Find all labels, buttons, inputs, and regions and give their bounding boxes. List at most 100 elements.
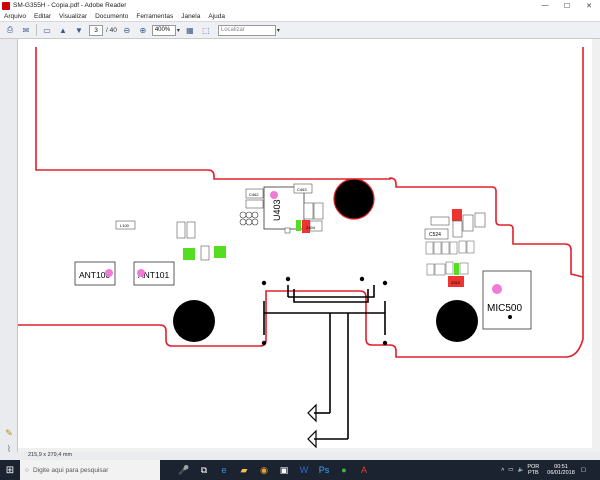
windows-start-icon[interactable]: ⊞ — [0, 460, 20, 480]
menu-ajuda[interactable]: Ajuda — [204, 13, 229, 20]
z404-pad-green — [296, 220, 301, 231]
inductor-coils — [239, 211, 259, 226]
mic500-label: MIC500 — [487, 303, 522, 314]
close-button[interactable]: ✕ — [578, 0, 600, 11]
green-app-icon[interactable]: ● — [334, 460, 354, 480]
search-icon: ○ — [25, 466, 29, 474]
mounting-hole-left — [173, 300, 215, 342]
task-view-icon[interactable]: ⧉ — [194, 460, 214, 480]
mic500-box — [482, 270, 532, 330]
taskbar: ⊞ ○ Digite aqui para pesquisar 🎤 ⧉ e ▰ ◉… — [0, 460, 600, 480]
component-small-2 — [303, 202, 314, 220]
taskbar-search-input[interactable]: ○ Digite aqui para pesquisar — [20, 460, 160, 480]
status-bar: 215,9 x 279,4 mm — [0, 452, 600, 460]
adobe-reader-task-icon[interactable]: A — [354, 460, 374, 480]
board-outline — [35, 47, 584, 279]
pcb-schematic: U403 C462 C463 Z404 L100 ANT100 ANT101 C… — [18, 47, 584, 449]
u403-label: U403 — [272, 199, 282, 221]
minimize-button[interactable]: — — [534, 0, 556, 11]
window-title: SM-G355H - Copia.pdf - Adobe Reader — [13, 2, 127, 9]
c462-label: C462 — [249, 192, 259, 197]
mounting-hole-right — [436, 300, 478, 342]
find-input[interactable]: Localizar — [217, 24, 276, 36]
window-controls: — ☐ ✕ — [534, 0, 600, 11]
menu-bar: Arquivo Editar Visualizar Documento Ferr… — [0, 11, 600, 21]
pad-green-1 — [183, 248, 195, 260]
page-total: / 40 — [106, 26, 117, 34]
small-parts-grid — [425, 240, 475, 276]
navigation-pane: ✎ ⌇ — [0, 39, 18, 456]
mic500-pin — [508, 315, 512, 319]
pinned-apps: 🎤 ⧉ e ▰ ◉ ▣ W Ps ● A — [174, 460, 374, 480]
print-icon[interactable]: ⎙ — [4, 24, 16, 36]
l100-label: L100 — [120, 223, 130, 228]
pad-green-2 — [214, 246, 226, 258]
marker-u403 — [270, 191, 278, 199]
edge-icon[interactable]: e — [214, 460, 234, 480]
marker-mic500 — [492, 284, 502, 294]
component-small-7 — [430, 216, 450, 226]
zoom-in-icon[interactable]: ⊕ — [137, 24, 149, 36]
notifications-icon[interactable]: ▢ — [581, 467, 586, 473]
maximize-button[interactable]: ☐ — [556, 0, 578, 11]
page-thumbnails-icon[interactable]: ▭ — [41, 24, 53, 36]
next-page-icon[interactable]: ▼ — [73, 24, 85, 36]
pad-small-a — [284, 227, 291, 234]
language-indicator[interactable]: POR PTB — [527, 464, 539, 476]
comments-icon[interactable]: ✎ — [3, 427, 15, 439]
network-icon[interactable]: ▭ — [508, 467, 513, 473]
component-small-9 — [462, 214, 474, 232]
photoshop-icon[interactable]: Ps — [314, 460, 334, 480]
ground-arrows — [307, 403, 317, 449]
fit-width-icon[interactable]: ⬚ — [200, 24, 212, 36]
share-icon[interactable]: ✉ — [20, 24, 32, 36]
c524-label: C524 — [429, 232, 441, 238]
mic-icon[interactable]: 🎤 — [174, 460, 194, 480]
menu-editar[interactable]: Editar — [30, 13, 55, 20]
menu-documento[interactable]: Documento — [91, 13, 132, 20]
marker-ant101 — [137, 269, 145, 277]
zoom-dropdown-icon[interactable]: ▾ — [177, 27, 180, 34]
clock[interactable]: 00:51 06/01/2018 — [547, 464, 575, 476]
volume-icon[interactable]: 🔈 — [517, 467, 524, 473]
find-dropdown-icon[interactable]: ▾ — [277, 27, 280, 34]
pad-green-right — [454, 263, 459, 275]
store-icon[interactable]: ▣ — [274, 460, 294, 480]
document-canvas[interactable]: U403 C462 C463 Z404 L100 ANT100 ANT101 C… — [18, 39, 600, 456]
menu-visualizar[interactable]: Visualizar — [55, 13, 91, 20]
tray-arrow-icon[interactable]: ˄ — [501, 467, 504, 473]
chrome-icon[interactable]: ◉ — [254, 460, 274, 480]
component-small-4 — [176, 221, 186, 239]
c463-label: C463 — [297, 187, 307, 192]
file-explorer-icon[interactable]: ▰ — [234, 460, 254, 480]
mounting-hole-top — [333, 178, 375, 220]
zoom-level-field[interactable]: 400% — [151, 24, 176, 36]
vertical-scrollbar[interactable] — [592, 39, 600, 456]
adobe-reader-icon — [2, 1, 10, 10]
pad-red-top — [452, 209, 462, 221]
z510-label: Z510 — [451, 280, 461, 285]
page-size-readout: 215,9 x 279,4 mm — [28, 452, 73, 458]
toolbar-divider — [36, 24, 37, 36]
component-small-6 — [200, 245, 210, 261]
language-line2: PTB — [527, 470, 539, 476]
component-small-3 — [313, 202, 324, 220]
menu-arquivo[interactable]: Arquivo — [0, 13, 30, 20]
zoom-out-icon[interactable]: ⊖ — [121, 24, 133, 36]
menu-ferramentas[interactable]: Ferramentas — [132, 13, 177, 20]
component-small-5 — [186, 221, 196, 239]
fit-page-icon[interactable]: ▦ — [184, 24, 196, 36]
page-number-input[interactable]: 3 — [89, 24, 103, 36]
component-small-8 — [452, 220, 463, 238]
menu-janela[interactable]: Janela — [177, 13, 204, 20]
previous-page-icon[interactable]: ▲ — [57, 24, 69, 36]
marker-ant100 — [105, 269, 113, 277]
component-small-1 — [245, 199, 264, 209]
taskbar-search-placeholder: Digite aqui para pesquisar — [32, 466, 109, 474]
title-bar: SM-G355H - Copia.pdf - Adobe Reader — ☐ … — [0, 0, 600, 11]
connector-wiring — [263, 285, 386, 440]
word-icon[interactable]: W — [294, 460, 314, 480]
system-tray: ˄ ▭ 🔈 POR PTB 00:51 06/01/2018 ▢ — [501, 460, 586, 480]
toolbar: ⎙ ✉ ▭ ▲ ▼ 3 / 40 ⊖ ⊕ 400% ▾ ▦ ⬚ Localiza… — [0, 21, 600, 39]
connector-pins — [261, 276, 388, 346]
